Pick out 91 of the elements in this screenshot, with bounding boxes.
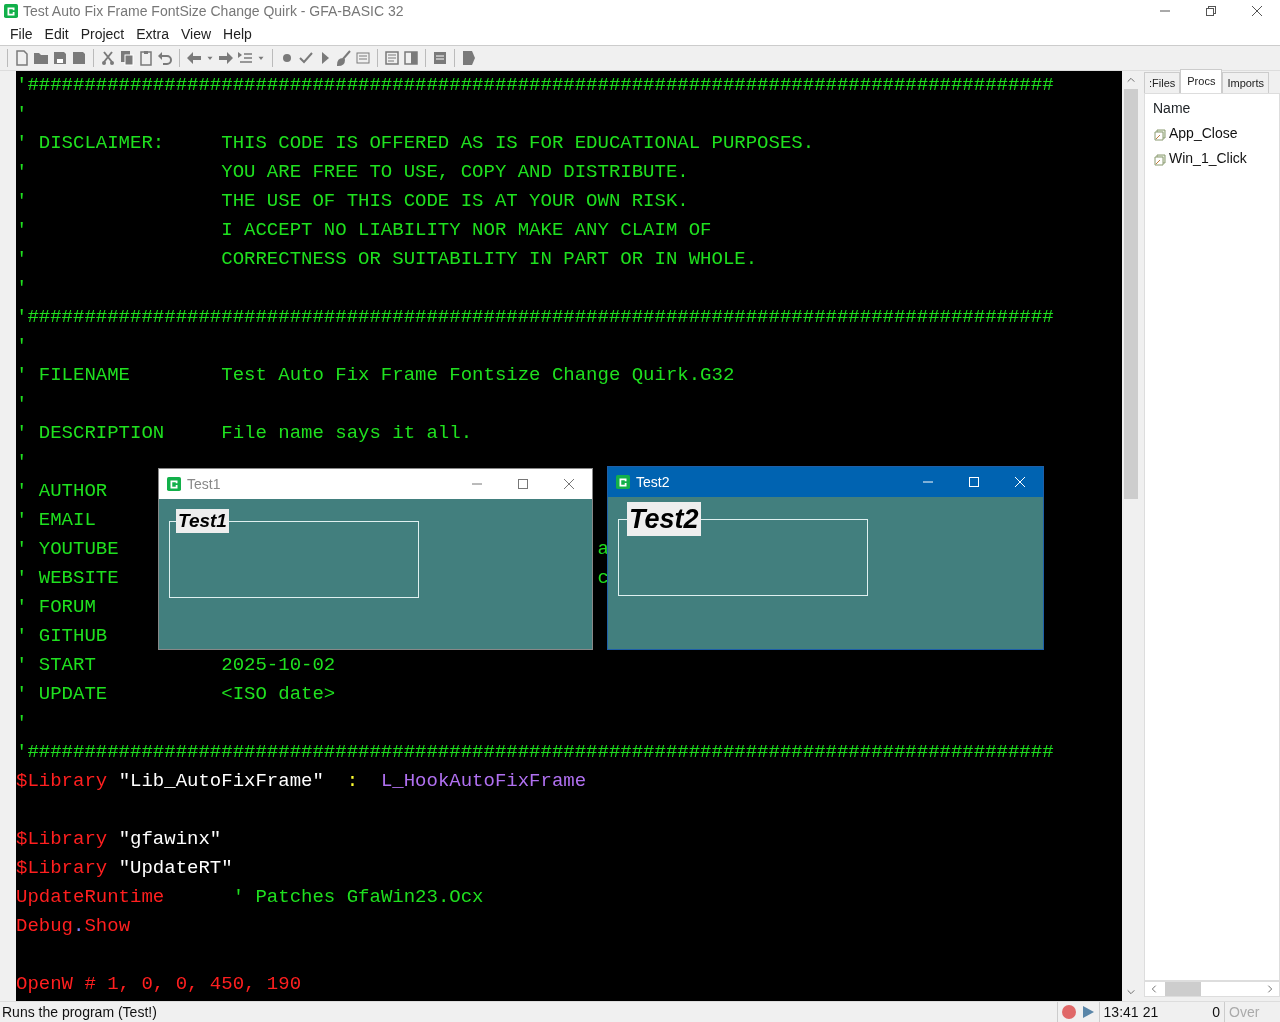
code-comment: ' FILENAME Test Auto Fix Frame Fontsize Change Quirk.G32 bbox=[16, 364, 735, 386]
code-comment: '########################################################################################## bbox=[16, 306, 1054, 328]
folder-icon[interactable] bbox=[33, 50, 49, 66]
code-comment: '########################################################################################## bbox=[16, 741, 1054, 763]
panel-tab[interactable]: Procs bbox=[1180, 68, 1223, 93]
code-operator: . bbox=[73, 915, 85, 937]
frame-label: Test1 bbox=[176, 509, 229, 533]
code-comment: ' EMAIL bbox=[16, 509, 96, 531]
code-string: "Lib_AutoFixFrame" bbox=[118, 770, 324, 792]
undo-icon[interactable] bbox=[157, 50, 173, 66]
cursor-position: 13:41 bbox=[1103, 1002, 1139, 1022]
code-string: "gfawinx" bbox=[118, 828, 222, 850]
procedure-item[interactable]: Win_1_Click bbox=[1169, 148, 1247, 169]
app-logo-icon bbox=[167, 477, 181, 491]
code-comment: ' bbox=[16, 451, 28, 473]
panel-tab[interactable]: :Files bbox=[1144, 71, 1181, 93]
code-comment: ' GITHUB bbox=[16, 625, 108, 647]
brush-icon[interactable] bbox=[336, 50, 352, 66]
overwrite-mode: Over bbox=[1229, 1002, 1260, 1022]
scroll-up-icon[interactable] bbox=[1126, 75, 1136, 85]
code-comment: ' AUTHOR bbox=[16, 480, 108, 502]
code-comment: c bbox=[597, 567, 609, 589]
code-comment: ' I ACCEPT NO LIABILITY NOR MAKE ANY CLAIM OF bbox=[16, 219, 712, 241]
code-comment: ' bbox=[16, 277, 28, 299]
code-keyword: $Library bbox=[16, 828, 108, 850]
panel-tab[interactable]: Imports bbox=[1222, 71, 1270, 93]
scroll-right-icon[interactable] bbox=[1265, 984, 1275, 994]
code-comment: ' THE USE OF THIS CODE IS AT YOUR OWN RISK. bbox=[16, 190, 689, 212]
code-comment: ' Patches GfaWin23.Ocx bbox=[232, 886, 484, 908]
left-arrow-icon[interactable] bbox=[186, 50, 202, 66]
menu-item[interactable]: File bbox=[4, 22, 39, 45]
menu-item[interactable]: Extra bbox=[130, 22, 175, 45]
code-comment: ' bbox=[16, 393, 28, 415]
window-title: Test1 bbox=[187, 474, 221, 494]
column-header: Name bbox=[1153, 99, 1191, 118]
code-comment: '########################################################################################## bbox=[16, 74, 1054, 96]
procedure-name: L_HookAutoFixFrame bbox=[380, 770, 587, 792]
window-icon[interactable] bbox=[432, 50, 448, 66]
code-keyword: OpenW # 1, 0, 0, 450, 190 bbox=[16, 973, 302, 995]
code-comment: ' CORRECTNESS OR SUITABILITY IN PART OR IN WHOLE. bbox=[16, 248, 758, 270]
code-string: "UpdateRT" bbox=[118, 857, 233, 879]
code-keyword: Debug bbox=[16, 915, 73, 937]
scissors-icon[interactable] bbox=[100, 50, 116, 66]
code-comment: ' bbox=[16, 335, 28, 357]
code-comment: ' WEBSITE bbox=[16, 567, 119, 589]
code-comment: ' FORUM bbox=[16, 596, 96, 618]
column-number: 0 bbox=[1212, 1002, 1220, 1022]
code-comment: ' bbox=[16, 103, 28, 125]
play-icon[interactable] bbox=[1081, 1005, 1095, 1019]
code-comment: a bbox=[597, 538, 609, 560]
copy-icon[interactable] bbox=[119, 50, 135, 66]
procedure-icon bbox=[1153, 151, 1167, 166]
clipboard-icon[interactable] bbox=[138, 50, 154, 66]
window-title: Test2 bbox=[636, 472, 670, 492]
save-all-icon[interactable] bbox=[71, 50, 87, 66]
menu-item[interactable]: Edit bbox=[38, 22, 75, 45]
code-keyword: Show bbox=[84, 915, 131, 937]
code-keyword: $Library bbox=[16, 770, 108, 792]
scroll-down-icon[interactable] bbox=[1126, 987, 1136, 997]
code-keyword: $Library bbox=[16, 857, 108, 879]
scroll-left-icon[interactable] bbox=[1149, 984, 1159, 994]
scrollbar-thumb[interactable] bbox=[1165, 982, 1201, 996]
check-icon[interactable] bbox=[298, 50, 314, 66]
code-comment: ' DESCRIPTION File name says it all. bbox=[16, 422, 473, 444]
document-icon[interactable] bbox=[384, 50, 400, 66]
code-comment: ' YOUTUBE bbox=[16, 538, 119, 560]
code-comment: ' START 2025-10-02 bbox=[16, 654, 336, 676]
procedure-item[interactable]: App_Close bbox=[1169, 123, 1238, 144]
new-file-icon[interactable] bbox=[14, 50, 30, 66]
code-comment: ' UPDATE <ISO date> bbox=[16, 683, 336, 705]
frame-label: Test2 bbox=[627, 502, 701, 536]
app-logo-icon bbox=[616, 475, 630, 489]
code-comment: ' YOU ARE FREE TO USE, COPY AND DISTRIBUTE. bbox=[16, 161, 689, 183]
menu-item[interactable]: Help bbox=[217, 22, 258, 45]
procedure-icon bbox=[1153, 126, 1167, 141]
right-arrow-icon[interactable] bbox=[218, 50, 234, 66]
code-comment: ' DISCLAIMER: THIS CODE IS OFFERED AS IS FOR EDUCATIONAL PURPOSES. bbox=[16, 132, 815, 154]
menu-item[interactable]: View bbox=[174, 22, 218, 45]
status-message: Runs the program (Test!) bbox=[1, 1002, 158, 1022]
indent-icon[interactable] bbox=[237, 50, 253, 66]
scrollbar-thumb[interactable] bbox=[1124, 89, 1138, 499]
window-title: Test Auto Fix Frame FontSize Change Quirk - GFA-BASIC 32 bbox=[23, 1, 404, 21]
app-logo-icon bbox=[4, 4, 18, 18]
record-icon[interactable] bbox=[1061, 1005, 1076, 1019]
save-icon[interactable] bbox=[52, 50, 68, 66]
menu-item[interactable]: Project bbox=[74, 22, 131, 45]
panel-icon[interactable] bbox=[403, 50, 419, 66]
code-comment: ' bbox=[16, 712, 28, 734]
code-operator: : bbox=[346, 770, 359, 792]
code-keyword: UpdateRuntime bbox=[16, 886, 165, 908]
line-count: 21 bbox=[1142, 1002, 1159, 1022]
